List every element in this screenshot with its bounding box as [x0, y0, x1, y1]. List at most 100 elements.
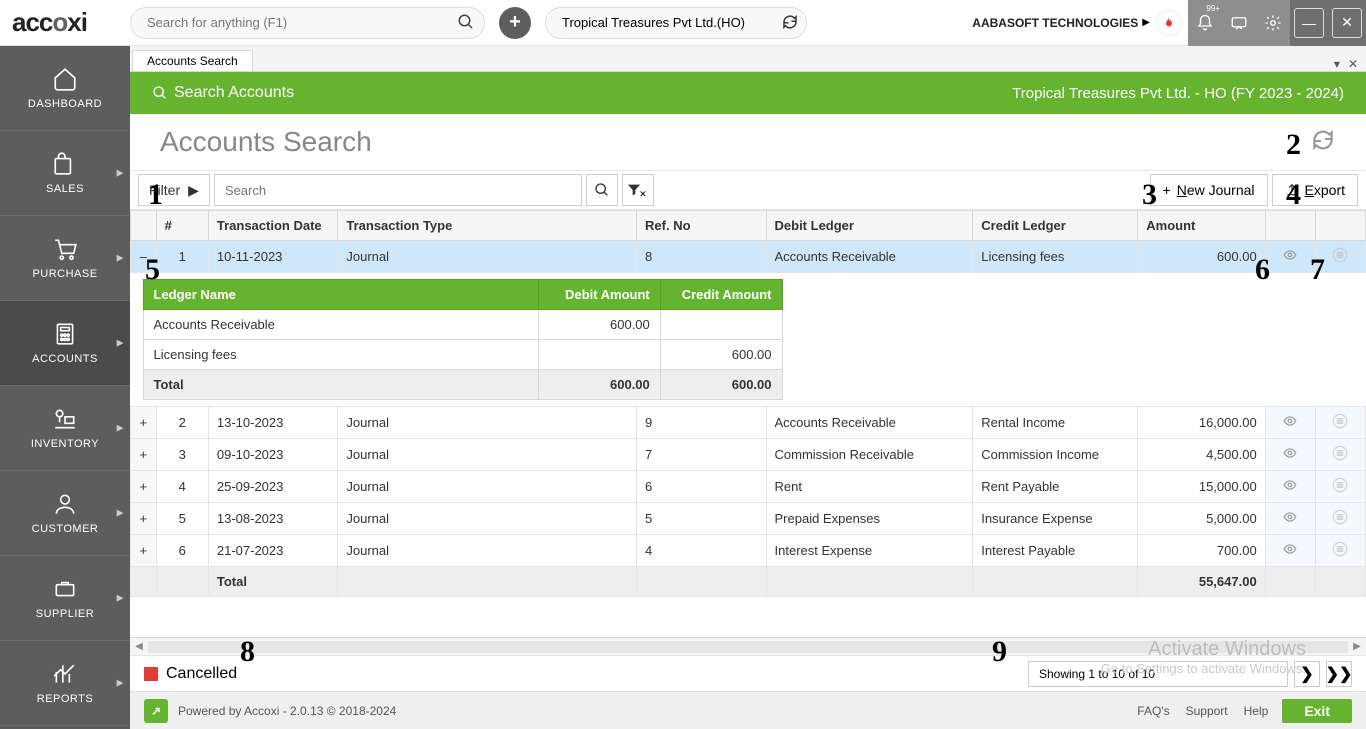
clear-filter-button[interactable]: ✕ [622, 174, 654, 206]
cell-credit: Rental Income [973, 407, 1138, 439]
detail-total-row: Total600.00600.00 [143, 370, 782, 400]
page-header: Accounts Search [130, 114, 1366, 170]
export-button[interactable]: Export [1272, 174, 1358, 206]
scroll-left-icon[interactable]: ◀ [130, 641, 148, 652]
col-credit[interactable]: Credit Ledger [973, 211, 1138, 241]
exit-button[interactable]: Exit [1282, 699, 1352, 723]
view-icon[interactable] [1265, 471, 1315, 503]
sidebar-item-dashboard[interactable]: DASHBOARD [0, 46, 130, 131]
detail-debit [539, 340, 661, 370]
tab-accounts-search[interactable]: Accounts Search [132, 50, 253, 71]
global-search-input[interactable] [130, 7, 485, 39]
chevron-right-icon: ▶ [117, 593, 124, 604]
scroll-track[interactable] [148, 641, 1348, 653]
table-row[interactable]: +309-10-2023Journal7Commission Receivabl… [131, 439, 1366, 471]
filter-row: Filter ▶ ✕ + New Journal Export [130, 170, 1366, 210]
search-icon[interactable] [457, 13, 475, 36]
close-button[interactable]: ✕ [1332, 8, 1362, 38]
expand-toggle[interactable]: – [131, 241, 157, 273]
add-button[interactable]: + [499, 7, 531, 39]
help-link[interactable]: Help [1244, 704, 1269, 718]
more-icon[interactable] [1315, 535, 1365, 567]
table-row[interactable]: +513-08-2023Journal5Prepaid ExpensesInsu… [131, 503, 1366, 535]
cell-credit: Licensing fees [973, 241, 1138, 273]
view-icon[interactable] [1265, 503, 1315, 535]
scroll-right-icon[interactable]: ▶ [1348, 641, 1366, 652]
company-name: Tropical Treasures Pvt Ltd.(HO) [562, 15, 745, 30]
sidebar-item-reports[interactable]: REPORTS ▶ [0, 641, 130, 726]
search-button[interactable] [586, 174, 618, 206]
banner-title: Search Accounts [174, 84, 294, 102]
cell-index: 1 [156, 241, 208, 273]
company-selector[interactable]: Tropical Treasures Pvt Ltd.(HO) [545, 7, 807, 39]
expand-toggle[interactable]: + [131, 535, 157, 567]
org-caret-icon[interactable]: ▶ [1142, 17, 1150, 28]
org-name[interactable]: AABASOFT TECHNOLOGIES [972, 16, 1138, 30]
filter-search-input[interactable] [214, 174, 582, 206]
col-amount[interactable]: Amount [1138, 211, 1265, 241]
cell-ref: 7 [637, 439, 766, 471]
support-link[interactable]: Support [1186, 704, 1228, 718]
col-date[interactable]: Transaction Date [208, 211, 337, 241]
expand-toggle[interactable]: + [131, 503, 157, 535]
sidebar-item-supplier[interactable]: SUPPLIER ▶ [0, 556, 130, 641]
transactions-table: # Transaction Date Transaction Type Ref.… [130, 210, 1366, 597]
tab-close-icon[interactable]: ✕ [1344, 57, 1362, 71]
detail-name: Accounts Receivable [143, 310, 539, 340]
paging-info: Showing 1 to 10 of 10 [1028, 661, 1288, 687]
topbar-icons: 99+ [1188, 0, 1290, 46]
settings-icon[interactable] [1256, 0, 1290, 46]
table-row[interactable]: +425-09-2023Journal6RentRent Payable15,0… [131, 471, 1366, 503]
next-page-button[interactable]: ❯ [1294, 661, 1320, 687]
cell-ref: 6 [637, 471, 766, 503]
cell-type: Journal [338, 471, 637, 503]
expand-toggle[interactable]: + [131, 407, 157, 439]
expand-toggle[interactable]: + [131, 471, 157, 503]
table-row[interactable]: +621-07-2023Journal4Interest ExpenseInte… [131, 535, 1366, 567]
horizontal-scrollbar[interactable]: ◀ ▶ [130, 637, 1366, 655]
view-icon[interactable] [1265, 241, 1315, 273]
sidebar-item-sales[interactable]: SALES ▶ [0, 131, 130, 216]
sidebar-item-purchase[interactable]: PURCHASE ▶ [0, 216, 130, 301]
sync-icon[interactable] [781, 13, 799, 36]
sidebar-item-customer[interactable]: CUSTOMER ▶ [0, 471, 130, 556]
more-icon[interactable] [1315, 503, 1365, 535]
col-ref[interactable]: Ref. No [637, 211, 766, 241]
app-logo: accoxi [0, 7, 130, 38]
more-icon[interactable] [1315, 241, 1365, 273]
filter-button[interactable]: Filter ▶ [138, 174, 210, 206]
cell-credit: Insurance Expense [973, 503, 1138, 535]
sidebar-item-inventory[interactable]: INVENTORY ▶ [0, 386, 130, 471]
more-icon[interactable] [1315, 439, 1365, 471]
col-type[interactable]: Transaction Type [338, 211, 637, 241]
cell-date: 21-07-2023 [208, 535, 337, 567]
export-label: Export [1305, 182, 1345, 198]
legend-row: Cancelled Showing 1 to 10 of 10 ❯ ❯❯ [130, 655, 1366, 691]
flame-icon[interactable] [1156, 10, 1182, 36]
sidebar-label: INVENTORY [31, 438, 99, 450]
chat-icon[interactable] [1222, 0, 1256, 46]
cell-amount: 15,000.00 [1138, 471, 1265, 503]
cell-amount: 16,000.00 [1138, 407, 1265, 439]
new-journal-button[interactable]: + New Journal [1150, 174, 1268, 206]
faq-link[interactable]: FAQ's [1137, 704, 1169, 718]
view-icon[interactable] [1265, 407, 1315, 439]
table-row[interactable]: +213-10-2023Journal9Accounts ReceivableR… [131, 407, 1366, 439]
play-icon: ▶ [188, 182, 199, 199]
detail-col-name: Ledger Name [143, 280, 539, 310]
more-icon[interactable] [1315, 407, 1365, 439]
filter-label: Filter [149, 182, 180, 198]
view-icon[interactable] [1265, 439, 1315, 471]
col-index[interactable]: # [156, 211, 208, 241]
table-row[interactable]: –110-11-2023Journal8Accounts ReceivableL… [131, 241, 1366, 273]
expand-toggle[interactable]: + [131, 439, 157, 471]
tab-dropdown-icon[interactable]: ▾ [1330, 57, 1344, 71]
last-page-button[interactable]: ❯❯ [1326, 661, 1352, 687]
notifications-icon[interactable]: 99+ [1188, 0, 1222, 46]
col-debit[interactable]: Debit Ledger [766, 211, 973, 241]
view-icon[interactable] [1265, 535, 1315, 567]
more-icon[interactable] [1315, 471, 1365, 503]
sidebar-item-accounts[interactable]: ACCOUNTS ▶ [0, 301, 130, 386]
refresh-icon[interactable] [1310, 127, 1336, 158]
minimize-button[interactable]: — [1294, 8, 1324, 38]
